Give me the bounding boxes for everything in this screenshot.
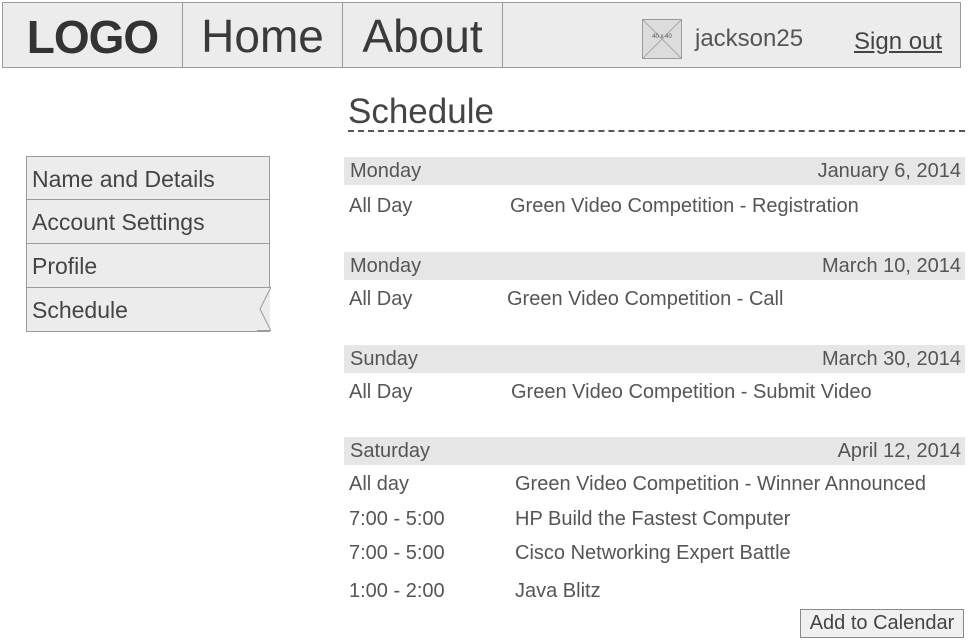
sidebar-item-profile[interactable]: Profile	[26, 244, 270, 288]
event-title: Green Video Competition - Winner Announc…	[515, 473, 926, 495]
sign-out-link[interactable]: Sign out	[854, 28, 942, 56]
title-divider	[348, 130, 965, 132]
event-time: All day	[349, 473, 410, 495]
day-name: Monday	[350, 255, 422, 277]
event-time: 1:00 - 2:00	[349, 580, 445, 602]
day-name: Sunday	[350, 348, 418, 370]
nav-link-about[interactable]: About	[362, 7, 482, 63]
event-title: Green Video Competition - Registration	[510, 195, 859, 217]
logo-cell: LOGO	[3, 3, 183, 67]
add-to-calendar-button[interactable]: Add to Calendar	[800, 609, 964, 638]
day-header: Sunday March 30, 2014	[344, 345, 965, 373]
event-title: Cisco Networking Expert Battle	[515, 542, 791, 564]
nav-link-home[interactable]: Home	[201, 7, 324, 63]
sidebar-item-name-and-details[interactable]: Name and Details	[26, 156, 270, 200]
username: jackson25	[695, 25, 804, 52]
day-date: March 10, 2014	[822, 255, 961, 277]
top-navigation-bar: LOGO Home About 40 x 40 jackson25 Sign o…	[2, 2, 961, 68]
nav-home-cell: Home	[183, 3, 343, 67]
day-date: April 12, 2014	[837, 440, 961, 462]
event-title: HP Build the Fastest Computer	[515, 508, 791, 530]
day-name: Saturday	[350, 440, 431, 462]
active-indicator-notch	[257, 287, 271, 331]
day-name: Monday	[350, 160, 422, 182]
sidebar-item-label: Profile	[32, 253, 98, 279]
event-title: Java Blitz	[515, 580, 601, 602]
day-header: Saturday April 12, 2014	[344, 437, 965, 465]
day-date: March 30, 2014	[822, 348, 961, 370]
avatar[interactable]: 40 x 40	[642, 19, 682, 59]
event-title: Green Video Competition - Call	[507, 288, 784, 310]
day-header: Monday January 6, 2014	[344, 157, 965, 185]
sidebar-item-schedule[interactable]: Schedule	[26, 287, 271, 332]
event-time: All Day	[349, 288, 413, 310]
sidebar-menu: Name and Details Account Settings Profil…	[26, 156, 271, 332]
logo[interactable]: LOGO	[27, 6, 159, 64]
day-header: Monday March 10, 2014	[344, 252, 965, 280]
day-date: January 6, 2014	[817, 160, 961, 182]
sidebar-item-label: Name and Details	[32, 166, 215, 192]
page-title: Schedule	[348, 92, 494, 131]
event-title: Green Video Competition - Submit Video	[511, 381, 872, 403]
event-time: All Day	[349, 195, 413, 217]
nav-about-cell: About	[343, 3, 503, 67]
avatar-size-label: 40 x 40	[652, 34, 672, 40]
sidebar-item-label: Schedule	[32, 297, 128, 323]
event-time: 7:00 - 5:00	[349, 542, 445, 564]
sidebar-item-label: Account Settings	[32, 209, 205, 235]
event-time: All Day	[349, 381, 413, 403]
sidebar-item-account-settings[interactable]: Account Settings	[26, 200, 270, 244]
event-time: 7:00 - 5:00	[349, 508, 445, 530]
